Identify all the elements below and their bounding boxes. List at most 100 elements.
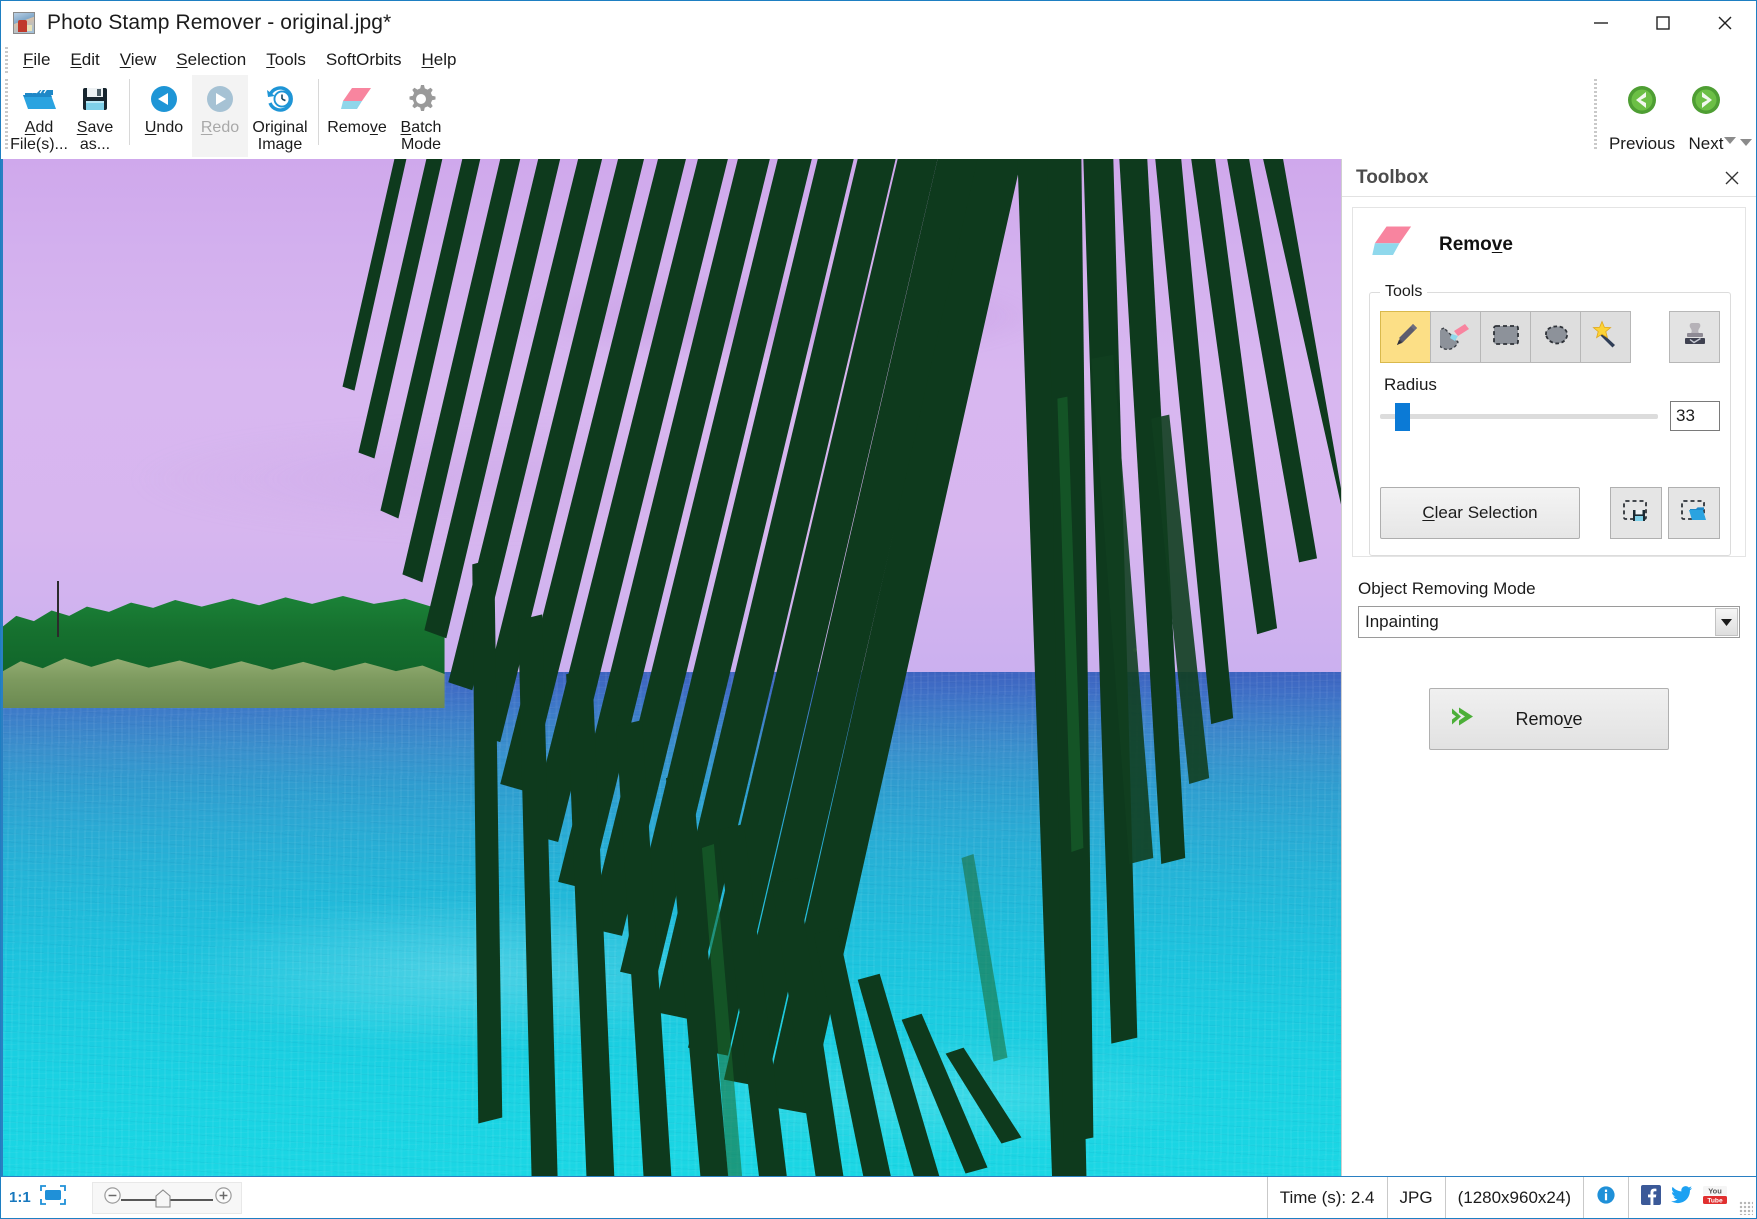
- add-files-label: AddFile(s)...: [10, 119, 68, 153]
- toolbar-overflow-chevron-icon[interactable]: [1738, 135, 1754, 153]
- redo-arrow-icon: [204, 81, 236, 117]
- toolbar-group-history: Undo Redo: [136, 75, 312, 157]
- main-toolbar: AddFile(s)... Saveas...: [1, 75, 1756, 159]
- menu-item-file[interactable]: File: [13, 48, 60, 72]
- load-selection-icon: [1679, 498, 1709, 529]
- maximize-button[interactable]: [1632, 1, 1694, 45]
- status-dimensions: (1280x960x24): [1445, 1177, 1583, 1218]
- undo-arrow-icon: [148, 81, 180, 117]
- buoy-marker: [1158, 643, 1164, 649]
- zoom-in-icon[interactable]: [214, 1186, 233, 1210]
- eraser-icon: [1371, 222, 1415, 267]
- radius-slider-track: [1380, 414, 1658, 419]
- original-image-label: OriginalImage: [252, 119, 307, 153]
- radius-value-input[interactable]: 33: [1670, 401, 1720, 431]
- cloud-band-2: [137, 423, 873, 535]
- radius-slider[interactable]: [1380, 403, 1658, 429]
- batch-mode-label: BatchMode: [401, 119, 442, 153]
- resize-grip[interactable]: [1739, 1201, 1753, 1215]
- app-photo-icon: [13, 12, 35, 34]
- status-social-group: You Tube: [1628, 1177, 1739, 1218]
- save-selection-icon: [1621, 498, 1651, 529]
- tool-pencil-button[interactable]: [1380, 311, 1431, 363]
- zoom-slider[interactable]: [92, 1182, 242, 1214]
- toolbar-group-file: AddFile(s)... Saveas...: [11, 75, 123, 157]
- status-info-group: [1583, 1177, 1628, 1218]
- toolbar-group-actions: Remove BatchMode: [325, 75, 453, 157]
- menu-item-edit[interactable]: Edit: [60, 48, 109, 72]
- sea-highlight-2: [672, 1034, 1207, 1156]
- clear-selection-button[interactable]: Clear Selection: [1380, 487, 1580, 539]
- facebook-icon[interactable]: [1641, 1185, 1661, 1210]
- photo-preview[interactable]: [3, 159, 1341, 1176]
- menu-item-selection[interactable]: Selection: [166, 48, 256, 72]
- add-files-button[interactable]: AddFile(s)...: [11, 75, 67, 157]
- navigation-overflow-chevron-icon[interactable]: [1722, 133, 1738, 151]
- tools-group: Tools: [1369, 283, 1731, 556]
- menu-bar: File Edit View Selection Tools SoftOrbit…: [1, 45, 1756, 75]
- app-window: Photo Stamp Remover - original.jpg* File…: [0, 0, 1757, 1219]
- rectangle-marquee-icon: [1491, 322, 1521, 353]
- save-selection-button[interactable]: [1610, 487, 1662, 539]
- toolbox-close-icon[interactable]: [1718, 164, 1746, 192]
- tool-name-label: Remove: [1439, 234, 1513, 256]
- save-as-label: Saveas...: [77, 119, 113, 153]
- fit-to-screen-icon[interactable]: [39, 1184, 67, 1211]
- redo-label: Redo: [201, 119, 239, 136]
- tool-rectangle-select-button[interactable]: [1480, 311, 1531, 363]
- window-controls: [1570, 1, 1756, 45]
- svg-text:You: You: [1708, 1187, 1722, 1196]
- undo-button[interactable]: Undo: [136, 75, 192, 157]
- radius-slider-thumb[interactable]: [1395, 403, 1410, 431]
- toolbar-remove-button[interactable]: Remove: [325, 75, 389, 157]
- object-removing-mode-select[interactable]: Inpainting: [1358, 606, 1740, 638]
- redo-button[interactable]: Redo: [192, 75, 248, 157]
- tool-lasso-select-button[interactable]: [1530, 311, 1581, 363]
- remove-action-button[interactable]: Remove: [1429, 688, 1669, 750]
- toolbox-header: Toolbox: [1342, 159, 1756, 197]
- original-image-button[interactable]: OriginalImage: [248, 75, 312, 157]
- toolbar-remove-label: Remove: [327, 119, 387, 136]
- radius-label: Radius: [1384, 375, 1720, 395]
- clock-history-icon: [264, 81, 296, 117]
- tools-row: [1380, 311, 1720, 363]
- youtube-icon[interactable]: You Tube: [1703, 1185, 1727, 1210]
- toolbar-separator: [129, 79, 130, 145]
- info-icon[interactable]: [1596, 1185, 1616, 1210]
- tools-group-legend: Tools: [1380, 283, 1427, 301]
- gear-icon: [405, 81, 437, 117]
- menu-item-help[interactable]: Help: [412, 48, 467, 72]
- menu-item-softorbits[interactable]: SoftOrbits: [316, 48, 412, 72]
- image-canvas[interactable]: [1, 159, 1341, 1176]
- next-label: Next: [1689, 134, 1724, 154]
- load-selection-button[interactable]: [1668, 487, 1720, 539]
- selection-actions-row: Clear Selection: [1380, 487, 1720, 539]
- remove-tool-card: Remove Tools: [1352, 207, 1746, 557]
- close-button[interactable]: [1694, 1, 1756, 45]
- menu-item-view[interactable]: View: [110, 48, 167, 72]
- svg-text:Tube: Tube: [1707, 1198, 1723, 1205]
- previous-image-button[interactable]: Previous: [1610, 75, 1674, 154]
- zoom-slider-thumb[interactable]: [155, 1189, 171, 1213]
- open-folder-icon: [21, 81, 57, 117]
- zoom-out-icon[interactable]: [103, 1186, 122, 1210]
- toolbar-separator-2: [318, 79, 319, 145]
- toolbox-title: Toolbox: [1356, 167, 1718, 189]
- save-as-button[interactable]: Saveas...: [67, 75, 123, 157]
- status-spacer: [250, 1177, 1267, 1218]
- toolbar-navigation-group: Previous Next: [1610, 75, 1738, 157]
- minimize-button[interactable]: [1570, 1, 1632, 45]
- zoom-ratio-button[interactable]: 1:1: [9, 1189, 31, 1206]
- twitter-icon[interactable]: [1671, 1185, 1693, 1210]
- title-bar: Photo Stamp Remover - original.jpg*: [1, 1, 1756, 45]
- radius-row: 33: [1380, 401, 1720, 431]
- chevron-down-icon[interactable]: [1715, 608, 1738, 636]
- tool-magic-wand-button[interactable]: [1580, 311, 1631, 363]
- tool-selection-eraser-button[interactable]: [1430, 311, 1481, 363]
- batch-mode-button[interactable]: BatchMode: [389, 75, 453, 157]
- menu-item-tools[interactable]: Tools: [256, 48, 316, 72]
- floppy-disk-icon: [80, 81, 110, 117]
- tool-header: Remove: [1353, 208, 1745, 283]
- tool-clone-stamp-button[interactable]: [1669, 311, 1720, 363]
- sky-region: [3, 159, 1341, 673]
